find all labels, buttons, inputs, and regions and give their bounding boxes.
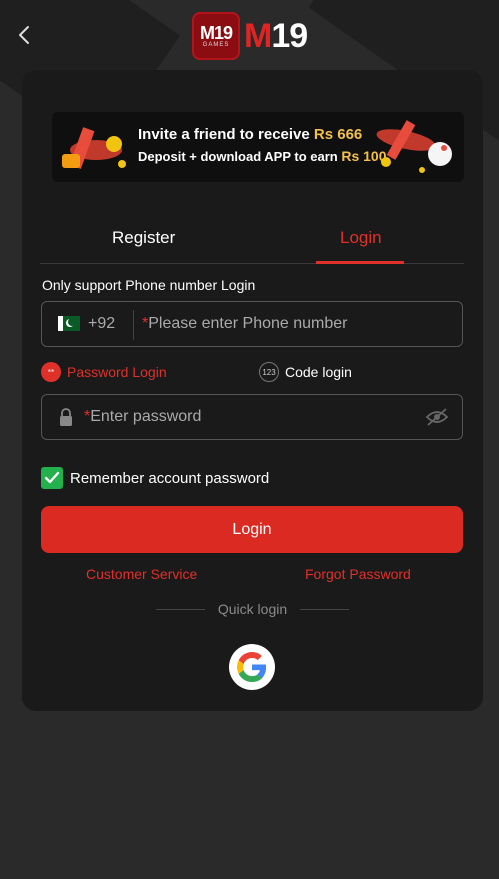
password-field[interactable]: *Enter password bbox=[41, 394, 463, 440]
phone-placeholder-text: Please enter Phone number bbox=[148, 315, 348, 332]
numeric-code-icon: 123 bbox=[259, 362, 279, 382]
lock-icon bbox=[60, 408, 72, 426]
country-code[interactable]: +92 bbox=[88, 315, 115, 333]
checkbox-checked-icon[interactable] bbox=[41, 467, 63, 489]
password-login-option[interactable]: ** Password Login bbox=[41, 362, 167, 382]
logo-badge-sub: GAMES bbox=[202, 42, 230, 48]
promo-banner[interactable]: Invite a friend to receive Rs 666 Deposi… bbox=[52, 112, 464, 182]
password-placeholder: *Enter password bbox=[84, 408, 201, 426]
quick-login-divider: Quick login bbox=[156, 601, 350, 617]
pakistan-flag-icon bbox=[58, 316, 80, 331]
forgot-password-link[interactable]: Forgot Password bbox=[305, 566, 411, 582]
banner-line1: Invite a friend to receive Rs 666 bbox=[138, 126, 362, 143]
divider-line bbox=[156, 608, 205, 610]
google-icon bbox=[237, 652, 267, 682]
auth-tabs: Register Login bbox=[40, 222, 464, 264]
field-divider bbox=[133, 310, 134, 340]
divider-line bbox=[300, 608, 350, 610]
plane-art-icon bbox=[62, 127, 126, 169]
login-button[interactable]: Login bbox=[41, 506, 463, 553]
code-login-option[interactable]: 123 Code login bbox=[259, 362, 352, 382]
rocket-chicken-art-icon bbox=[376, 120, 452, 173]
quick-login-label: Quick login bbox=[217, 601, 288, 617]
phone-placeholder: *Please enter Phone number bbox=[142, 315, 347, 333]
banner-line2: Deposit + download APP to earn Rs 100 bbox=[138, 148, 387, 164]
tab-login[interactable]: Login bbox=[340, 228, 382, 248]
logo-text-m: M bbox=[244, 16, 272, 55]
phone-field[interactable]: +92 *Please enter Phone number bbox=[41, 301, 463, 347]
logo-text-number: 19 bbox=[271, 16, 308, 55]
customer-service-link[interactable]: Customer Service bbox=[86, 566, 197, 582]
back-arrow-icon[interactable] bbox=[12, 22, 38, 48]
remember-label: Remember account password bbox=[70, 469, 270, 487]
active-tab-indicator bbox=[316, 261, 404, 264]
logo-badge: M19 GAMES bbox=[192, 12, 240, 60]
password-placeholder-text: Enter password bbox=[90, 408, 202, 425]
google-login-button[interactable] bbox=[229, 644, 275, 690]
logo-badge-text: M19 bbox=[199, 23, 233, 43]
banner-line1-amount: Rs 666 bbox=[313, 126, 363, 143]
banner-line1-text: Invite a friend to receive bbox=[138, 126, 310, 143]
remember-password-checkbox[interactable]: Remember account password bbox=[41, 467, 269, 489]
eye-off-icon[interactable] bbox=[425, 407, 449, 427]
logo-text: M19 bbox=[244, 16, 308, 56]
top-bar: M19 GAMES M19 bbox=[0, 0, 499, 70]
login-card: Invite a friend to receive Rs 666 Deposi… bbox=[22, 70, 483, 711]
banner-line2-text: Deposit + download APP to earn bbox=[138, 149, 338, 164]
password-dots-icon: ** bbox=[41, 362, 61, 382]
code-login-label: Code login bbox=[285, 364, 352, 380]
app-logo: M19 GAMES M19 bbox=[192, 12, 308, 60]
tab-register[interactable]: Register bbox=[112, 228, 175, 248]
login-hint: Only support Phone number Login bbox=[42, 277, 256, 293]
password-login-label: Password Login bbox=[67, 364, 167, 380]
